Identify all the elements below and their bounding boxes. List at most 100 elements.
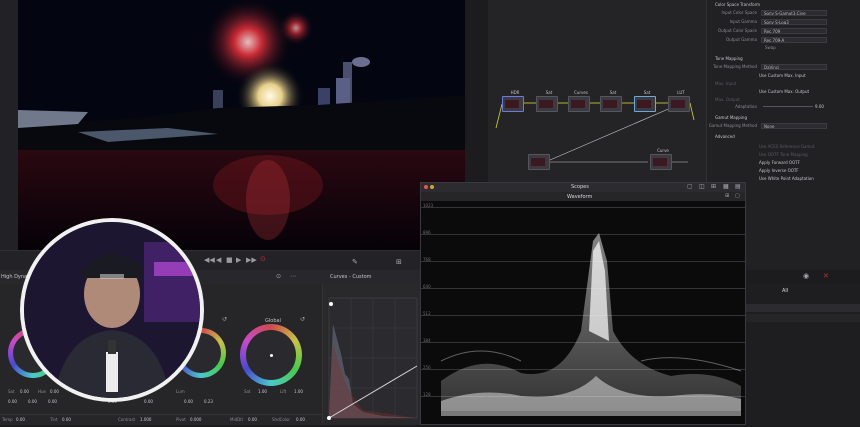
use-custom-max-input-checkbox[interactable]: Use Custom Max. Input	[759, 73, 806, 78]
layout-single-icon[interactable]: ▢	[687, 183, 693, 190]
gain-r-value[interactable]: 0.00	[184, 399, 193, 404]
curves-panel-title: Curves - Custom	[330, 274, 372, 280]
lift-b-value[interactable]: 0.00	[48, 399, 57, 404]
gamut-mapping-method-select[interactable]: None	[761, 123, 827, 129]
viewer[interactable]	[18, 0, 465, 250]
wheels-adjust-row: Temp 0.00 Tint 0.00 Contrast 1.000 Pivot…	[0, 414, 322, 425]
hue-value[interactable]: 0.00	[50, 389, 59, 394]
scopes-window[interactable]: Scopes ▢ ◫ ⊞ ▦ ▤ Waveform ⊞ ▢ 1023 896 7…	[420, 182, 746, 425]
waveform-trace	[440, 233, 742, 416]
primaries-mode-label: High Dyna	[1, 274, 28, 280]
lift-r-value[interactable]: 0.00	[8, 399, 17, 404]
use-custom-max-output-checkbox[interactable]: Use Custom Max. Output	[759, 89, 809, 94]
aces-reference-gamut-checkbox[interactable]: Use ACES Reference Gamut	[759, 144, 815, 149]
tone-mapping-method-select[interactable]: DaVinci	[761, 64, 827, 70]
apply-forward-ootf-checkbox[interactable]: Apply Forward OOTF	[759, 160, 800, 165]
hue-label: Hue	[38, 389, 47, 394]
reset-icon[interactable]: ⊙	[276, 273, 281, 280]
middetail-value[interactable]: 0.00	[248, 417, 257, 422]
input-gamma-select[interactable]: Sony S-Log3	[761, 19, 827, 25]
advanced-section-header[interactable]: Advanced	[715, 134, 735, 139]
loop-button[interactable]: ⊙	[260, 255, 266, 263]
global-sat-value[interactable]: 1.00	[258, 389, 267, 394]
eye-icon[interactable]: ◉	[803, 272, 809, 280]
keyframes-panel: All	[746, 284, 860, 425]
adaptation-value[interactable]: 9.00	[815, 104, 824, 109]
sat-value[interactable]: 0.00	[20, 389, 29, 394]
scope-header: Waveform ⊞ ▢	[421, 192, 745, 201]
adaptation-slider[interactable]	[763, 106, 813, 107]
gain-reset-icon[interactable]: ↺	[222, 316, 227, 323]
temp-value[interactable]: 0.00	[16, 417, 25, 422]
input-color-space-select[interactable]: Sony S-Gamut3.Cine	[761, 10, 827, 16]
wheels-rgb-row: 0.00 0.00 0.00 0.00 0.00 0.00 0.23	[8, 399, 318, 407]
node-curves[interactable]: Curves	[568, 90, 590, 112]
scope-type-label[interactable]: Waveform	[567, 194, 592, 200]
input-gamma-row: Input Gamma Sony S-Log3	[707, 19, 860, 27]
swap-button[interactable]: Swap	[765, 45, 776, 50]
scopes-options-icon[interactable]: ▦	[723, 183, 729, 190]
global-lift-label: Lift	[280, 389, 287, 394]
keyframe-track-1[interactable]	[746, 304, 860, 312]
tint-value[interactable]: 0.00	[62, 417, 71, 422]
adaptation-row: Adaptation 9.00	[735, 104, 824, 109]
node-sat-2[interactable]: Sat	[600, 90, 622, 112]
tone-mapping-method-row: Tone Mapping Method DaVinci	[707, 64, 860, 72]
pen-icon[interactable]: ✎	[352, 258, 358, 266]
global-wheel[interactable]	[240, 324, 302, 386]
presenter-photo	[24, 222, 200, 398]
node-hdr[interactable]: HDR	[502, 90, 524, 112]
global-lift-value[interactable]: 1.00	[294, 389, 303, 394]
node-curve[interactable]: Curve	[650, 148, 672, 170]
stop-button[interactable]: ■	[226, 256, 233, 264]
all-filter[interactable]: All	[782, 288, 788, 294]
curves-panel[interactable]	[322, 284, 421, 425]
node-source[interactable]	[528, 154, 550, 170]
gamut-mapping-method-row: Gamut Mapping Method None	[707, 123, 860, 131]
input-color-space-row: Input Color Space Sony S-Gamut3.Cine	[707, 10, 860, 18]
scope-close-icon[interactable]: ▢	[735, 193, 740, 199]
scopes-settings-icon[interactable]: ▤	[735, 183, 741, 190]
firework-red-2	[278, 10, 314, 46]
node-lut[interactable]: LUT	[668, 90, 690, 112]
tint-label: Tint	[50, 417, 58, 422]
apply-inverse-ootf-checkbox[interactable]: Apply Inverse OOTF	[759, 168, 799, 173]
global-reset-icon[interactable]: ↺	[300, 316, 305, 323]
pivot-value[interactable]: 0.000	[190, 417, 201, 422]
node-sat-3[interactable]: Sat	[634, 90, 656, 112]
step-back-button[interactable]: ◀	[216, 256, 221, 264]
output-color-space-select[interactable]: Rec.709	[761, 28, 827, 34]
shdcolor-value[interactable]: 0.00	[296, 417, 305, 422]
node-editor-edge	[698, 0, 706, 182]
output-gamma-select[interactable]: Rec.709-A	[761, 37, 827, 43]
node-editor[interactable]: HDR Sat Curves Sat Sat LUT Curve	[488, 0, 698, 182]
keyframe-track-2[interactable]	[746, 314, 860, 322]
layout-quad-icon[interactable]: ⊞	[711, 183, 716, 190]
gamma-g-value[interactable]: 0.00	[144, 399, 153, 404]
scopes-window-title: Scopes	[571, 184, 589, 190]
max-input-label: Max. Input	[715, 81, 737, 86]
contrast-value[interactable]: 1.000	[140, 417, 151, 422]
color-space-section-header[interactable]: Color Space Transform	[715, 2, 760, 7]
layout-dual-icon[interactable]: ◫	[699, 183, 705, 190]
minimize-window-icon[interactable]	[430, 185, 434, 189]
ootf-tone-mapping-checkbox[interactable]: Use OOTF Tone Mapping	[759, 152, 808, 157]
tone-mapping-section-header[interactable]: Tone Mapping	[715, 56, 743, 61]
close-window-icon[interactable]	[424, 185, 428, 189]
jump-end-button[interactable]: ▶▶	[246, 256, 257, 264]
bypass-icon[interactable]: ✕	[823, 272, 829, 280]
pivot-label: Pivot	[176, 417, 186, 422]
options-icon[interactable]: ⋯	[290, 273, 296, 280]
use-white-point-adaptation-checkbox[interactable]: Use White Point Adaptation	[759, 176, 814, 181]
jump-start-button[interactable]: ◀◀	[204, 256, 215, 264]
lum-label: Lum	[176, 389, 185, 394]
lift-g-value[interactable]: 0.00	[28, 399, 37, 404]
play-button[interactable]: ▶	[236, 256, 241, 264]
output-gamma-row: Output Gamma Rec.709-A	[707, 37, 860, 45]
contrast-label: Contrast	[118, 417, 136, 422]
node-sat-1[interactable]: Sat	[536, 90, 558, 112]
scope-settings-icon[interactable]: ⊞	[725, 193, 729, 199]
gain-g-value[interactable]: 0.23	[204, 399, 213, 404]
gamut-mapping-section-header[interactable]: Gamut Mapping	[715, 115, 747, 120]
grid-icon[interactable]: ⊞	[396, 258, 402, 266]
